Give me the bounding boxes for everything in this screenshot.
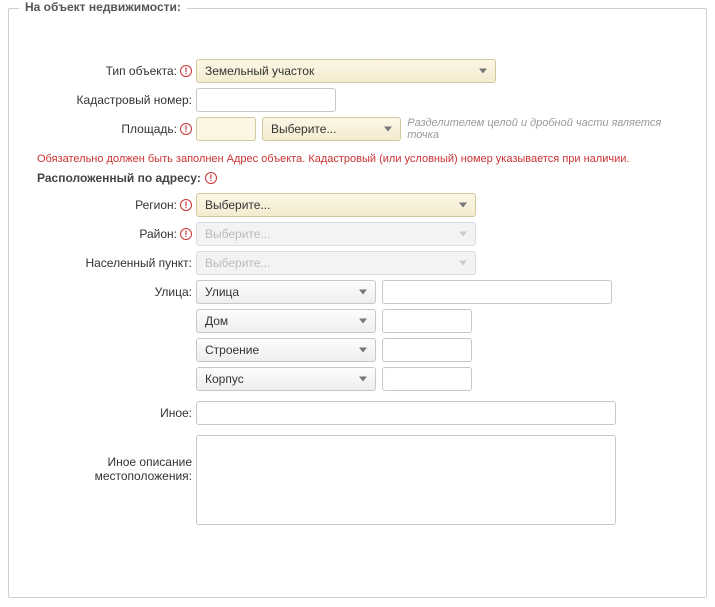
chevron-down-icon	[384, 127, 392, 132]
address-warning: Обязательно должен быть заполнен Адрес о…	[37, 153, 694, 165]
label-district: Район: !	[21, 227, 196, 241]
region-select[interactable]: Выберите...	[196, 193, 476, 217]
row-street: Улица: Улица	[21, 280, 694, 304]
building-type-select[interactable]: Строение	[196, 338, 376, 362]
required-icon: !	[180, 65, 192, 77]
chevron-down-icon	[359, 348, 367, 353]
row-district: Район: ! Выберите...	[21, 222, 694, 246]
label-area: Площадь: !	[21, 122, 196, 136]
settlement-select: Выберите...	[196, 251, 476, 275]
row-house: Дом	[21, 309, 694, 333]
label-settlement: Населенный пункт:	[21, 256, 196, 270]
chevron-down-icon	[459, 261, 467, 266]
fieldset-legend: На объект недвижимости:	[19, 0, 187, 14]
cad-number-input[interactable]	[196, 88, 336, 112]
label-other: Иное:	[21, 406, 196, 420]
label-other-desc: Иное описание местоположения:	[21, 435, 196, 483]
row-block: Корпус	[21, 367, 694, 391]
required-icon: !	[180, 228, 192, 240]
property-fieldset: На объект недвижимости: Тип объекта: ! З…	[8, 8, 707, 598]
row-settlement: Населенный пункт: Выберите...	[21, 251, 694, 275]
building-number-input[interactable]	[382, 338, 472, 362]
area-hint: Разделителем целой и дробной части являе…	[407, 117, 694, 141]
street-type-select[interactable]: Улица	[196, 280, 376, 304]
row-area: Площадь: ! Выберите... Разделителем цело…	[21, 117, 694, 141]
row-building: Строение	[21, 338, 694, 362]
required-icon: !	[180, 123, 192, 135]
other-input[interactable]	[196, 401, 616, 425]
row-object-type: Тип объекта: ! Земельный участок	[21, 59, 694, 83]
label-region: Регион: !	[21, 198, 196, 212]
district-select: Выберите...	[196, 222, 476, 246]
address-subheader: Расположенный по адресу: !	[37, 171, 694, 185]
row-cad-number: Кадастровый номер:	[21, 88, 694, 112]
chevron-down-icon	[459, 203, 467, 208]
chevron-down-icon	[359, 290, 367, 295]
label-cad-number: Кадастровый номер:	[21, 93, 196, 107]
chevron-down-icon	[359, 319, 367, 324]
street-name-input[interactable]	[382, 280, 612, 304]
object-type-select[interactable]: Земельный участок	[196, 59, 496, 83]
area-value-input[interactable]	[196, 117, 256, 141]
row-other: Иное:	[21, 401, 694, 425]
row-other-desc: Иное описание местоположения:	[21, 435, 694, 525]
house-number-input[interactable]	[382, 309, 472, 333]
block-type-select[interactable]: Корпус	[196, 367, 376, 391]
chevron-down-icon	[479, 69, 487, 74]
required-icon: !	[180, 199, 192, 211]
other-desc-textarea[interactable]	[196, 435, 616, 525]
label-street: Улица:	[21, 285, 196, 299]
chevron-down-icon	[359, 377, 367, 382]
chevron-down-icon	[459, 232, 467, 237]
required-icon: !	[205, 172, 217, 184]
house-type-select[interactable]: Дом	[196, 309, 376, 333]
block-number-input[interactable]	[382, 367, 472, 391]
label-object-type: Тип объекта: !	[21, 64, 196, 78]
area-unit-select[interactable]: Выберите...	[262, 117, 401, 141]
row-region: Регион: ! Выберите...	[21, 193, 694, 217]
